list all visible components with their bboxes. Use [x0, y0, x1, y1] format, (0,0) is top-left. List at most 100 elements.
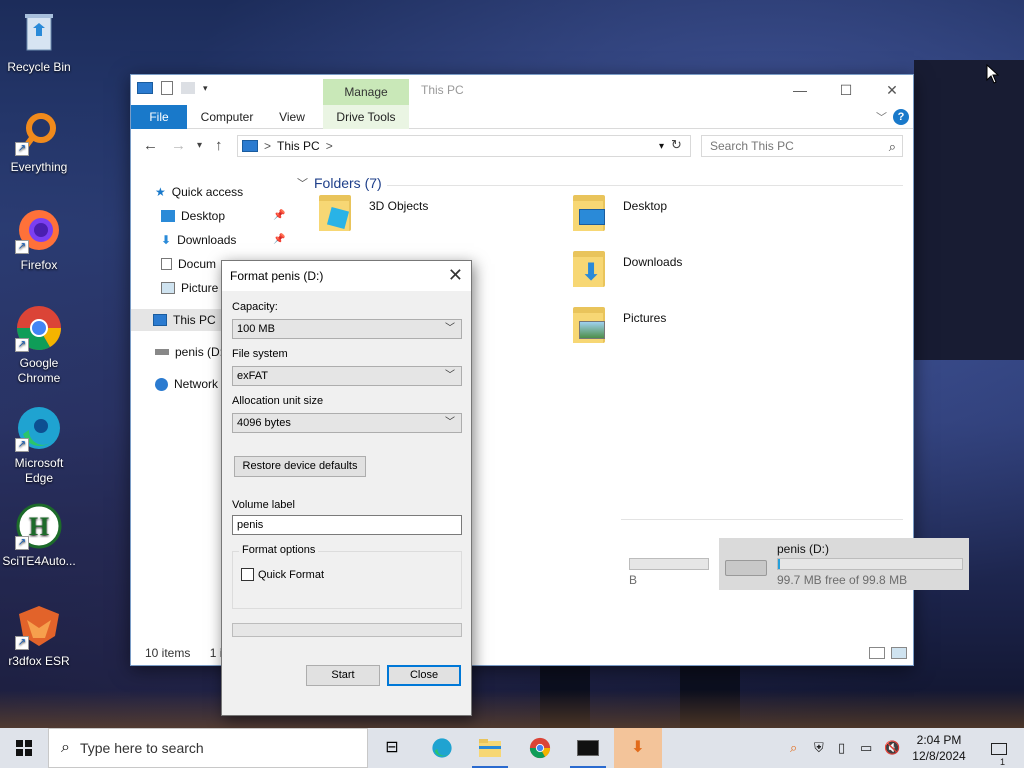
- back-arrow-icon[interactable]: ←: [143, 137, 158, 154]
- nav-label: Picture: [181, 281, 219, 295]
- drive-usage-bar: [777, 558, 963, 570]
- taskbar-edge-icon[interactable]: [418, 728, 466, 768]
- shortcut-arrow-icon: ↗: [15, 338, 29, 352]
- desktop-icon-scite[interactable]: H ↗ SciTE4Auto...: [1, 502, 77, 569]
- address-dropdown-icon[interactable]: ▾: [659, 141, 664, 152]
- downloads-folder-icon: ⬇: [567, 247, 611, 291]
- desktop-folder-icon: [161, 210, 175, 222]
- taskbar-installer-icon[interactable]: ⬇: [614, 728, 662, 768]
- quick-format-checkbox[interactable]: [241, 568, 254, 581]
- pin-icon[interactable]: 📌: [273, 205, 285, 227]
- refresh-icon[interactable]: ↻: [671, 137, 682, 153]
- close-window-button[interactable]: ✕: [869, 79, 915, 101]
- everything-tray-icon[interactable]: ⌕: [790, 728, 797, 768]
- tab-drive-tools[interactable]: Drive Tools: [323, 105, 409, 129]
- tab-view[interactable]: View: [267, 105, 317, 129]
- nav-drive-d[interactable]: penis (D:: [155, 341, 223, 363]
- nav-label: penis (D:: [175, 345, 224, 359]
- nav-label: Docum: [178, 257, 217, 271]
- ribbon-expand-icon[interactable]: ﹀: [876, 109, 887, 125]
- this-pc-icon: [242, 140, 258, 152]
- taskbar-clock[interactable]: 2:04 PM 12/8/2024: [906, 732, 972, 764]
- desktop-icon-chrome[interactable]: ↗ Google Chrome: [1, 304, 77, 386]
- nav-pictures[interactable]: Picture: [161, 277, 218, 299]
- forward-arrow-icon[interactable]: →: [171, 137, 186, 154]
- start-button[interactable]: [0, 728, 48, 768]
- quick-format-option[interactable]: Quick Format: [241, 568, 324, 581]
- taskbar-terminal-icon[interactable]: [564, 728, 612, 768]
- folder-3d-objects[interactable]: 3D Objects: [313, 191, 543, 241]
- wallpaper-bridge-arch: [914, 60, 1024, 360]
- folder-label: Desktop: [623, 199, 668, 213]
- taskbar-search-box[interactable]: ⌕ Type here to search: [48, 728, 368, 768]
- pin-icon[interactable]: 📌: [273, 229, 285, 251]
- folder-pictures[interactable]: Pictures: [567, 303, 797, 353]
- network-icon: [155, 377, 168, 391]
- tab-file[interactable]: File: [131, 105, 187, 129]
- drive-free-text: 99.7 MB free of 99.8 MB: [777, 573, 908, 587]
- desktop-icon-everything[interactable]: ↗ Everything: [1, 108, 77, 175]
- address-location[interactable]: This PC: [277, 139, 320, 153]
- properties-icon[interactable]: [161, 81, 173, 95]
- search-input[interactable]: Search This PC ⌕: [701, 135, 903, 157]
- 3d-objects-folder-icon: [313, 191, 357, 235]
- nav-label: This PC: [173, 313, 216, 327]
- svg-text:H: H: [29, 512, 49, 541]
- nav-documents[interactable]: Docum: [161, 253, 216, 275]
- explorer-titlebar: ▾ Manage This PC — ☐ ✕: [131, 75, 913, 105]
- format-dialog: Format penis (D:) ✕ Capacity: 100 MB ﹀ F…: [221, 260, 472, 716]
- address-bar[interactable]: > This PC > ▾: [237, 135, 691, 157]
- desktop-icon-firefox[interactable]: ↗ Firefox: [1, 206, 77, 273]
- start-button[interactable]: Start: [306, 665, 380, 686]
- qat-dropdown-icon[interactable]: ▾: [203, 83, 208, 94]
- nav-label: Quick access: [171, 185, 244, 199]
- clock-time: 2:04 PM: [916, 733, 962, 747]
- minimize-button[interactable]: —: [777, 79, 823, 101]
- usb-tray-icon[interactable]: ▯: [838, 728, 845, 768]
- shortcut-arrow-icon: ↗: [15, 636, 29, 650]
- recent-dropdown-icon[interactable]: ▾: [197, 140, 202, 151]
- notification-center-icon[interactable]: 1: [984, 728, 1014, 768]
- status-item-count: 10 items: [145, 646, 191, 660]
- capacity-label: Capacity:: [232, 301, 278, 313]
- drive-d-tile[interactable]: penis (D:) 99.7 MB free of 99.8 MB: [719, 538, 969, 590]
- allocation-select[interactable]: 4096 bytes ﹀: [232, 413, 462, 433]
- volume-label-input[interactable]: penis: [232, 515, 462, 535]
- folder-downloads[interactable]: ⬇ Downloads: [567, 247, 797, 297]
- nav-quick-access[interactable]: ★ Quick access: [155, 181, 243, 203]
- details-view-icon[interactable]: [869, 647, 885, 659]
- taskbar-chrome-icon[interactable]: [516, 728, 564, 768]
- shortcut-arrow-icon: ↗: [15, 142, 29, 156]
- filesystem-select[interactable]: exFAT ﹀: [232, 366, 462, 386]
- close-icon[interactable]: ✕: [448, 265, 463, 286]
- up-arrow-icon[interactable]: ↑: [215, 137, 223, 154]
- security-tray-icon[interactable]: ⛨: [814, 728, 824, 768]
- volume-muted-icon[interactable]: 🔇: [884, 728, 900, 768]
- task-view-icon[interactable]: ⊟: [368, 728, 416, 768]
- capacity-select[interactable]: 100 MB ﹀: [232, 319, 462, 339]
- network-tray-icon[interactable]: ▭: [860, 728, 872, 768]
- shortcut-arrow-icon: ↗: [15, 536, 29, 550]
- taskbar-search-placeholder: Type here to search: [79, 740, 204, 756]
- restore-defaults-button[interactable]: Restore device defaults: [234, 456, 366, 477]
- desktop-icon-recycle-bin[interactable]: Recycle Bin: [1, 8, 77, 75]
- filesystem-value: exFAT: [237, 370, 268, 382]
- tab-computer[interactable]: Computer: [191, 105, 263, 129]
- close-button[interactable]: Close: [387, 665, 461, 686]
- nav-network[interactable]: Network: [155, 373, 218, 395]
- desktop-folder-icon: [567, 191, 611, 235]
- tab-manage[interactable]: Manage: [323, 79, 409, 105]
- maximize-button[interactable]: ☐: [823, 79, 869, 101]
- desktop-icon-label: Microsoft Edge: [14, 456, 64, 485]
- computer-icon[interactable]: [137, 82, 153, 94]
- new-folder-icon[interactable]: [181, 82, 195, 94]
- folders-group-header[interactable]: ﹀ Folders (7): [297, 175, 382, 191]
- mouse-cursor-icon: [986, 64, 1000, 84]
- help-icon[interactable]: ?: [893, 109, 909, 125]
- desktop-icon-r3dfox[interactable]: ↗ r3dfox ESR: [1, 602, 77, 669]
- large-icons-view-icon[interactable]: [891, 647, 907, 659]
- folder-desktop[interactable]: Desktop: [567, 191, 797, 241]
- desktop-icon-edge[interactable]: ↗ Microsoft Edge: [1, 404, 77, 486]
- taskbar-file-explorer-icon[interactable]: [466, 728, 514, 768]
- view-toggle: [869, 647, 907, 659]
